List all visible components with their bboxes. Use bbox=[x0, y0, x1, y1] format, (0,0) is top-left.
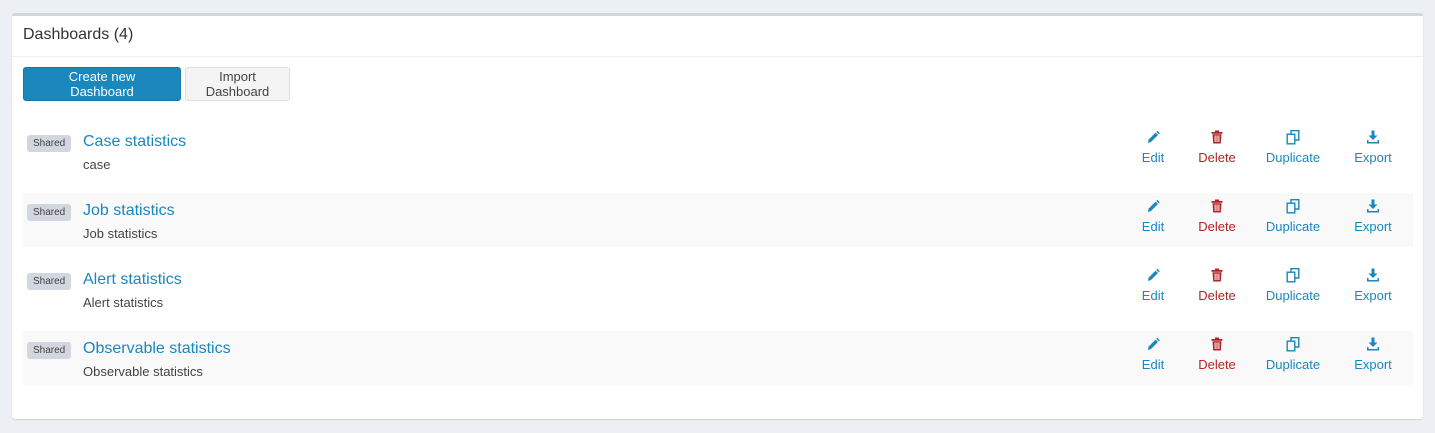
pencil-icon bbox=[1148, 199, 1160, 212]
export-label: Export bbox=[1354, 150, 1392, 165]
dashboard-row: Shared Observable statistics Observable … bbox=[23, 331, 1413, 385]
dashboard-title-link[interactable]: Case statistics bbox=[83, 133, 186, 151]
duplicate-action[interactable]: Duplicate bbox=[1258, 267, 1328, 303]
edit-label: Edit bbox=[1141, 357, 1165, 372]
trash-icon bbox=[1211, 268, 1223, 282]
dashboard-title-link[interactable]: Alert statistics bbox=[83, 271, 182, 289]
pencil-icon bbox=[1148, 268, 1160, 281]
create-dashboard-button[interactable]: Create new Dashboard bbox=[23, 67, 181, 101]
shared-badge: Shared bbox=[27, 204, 72, 221]
trash-icon bbox=[1211, 337, 1223, 351]
delete-label: Delete bbox=[1198, 357, 1236, 372]
pencil-icon bbox=[1148, 130, 1160, 143]
dashboard-description: Job statistics bbox=[83, 226, 158, 241]
download-icon bbox=[1367, 337, 1379, 351]
dashboard-list: Shared Case statistics case Edit Delete … bbox=[23, 124, 1413, 400]
export-label: Export bbox=[1354, 357, 1392, 372]
dashboard-row: Shared Case statistics case Edit Delete … bbox=[23, 124, 1413, 178]
export-action[interactable]: Export bbox=[1349, 129, 1397, 165]
dashboard-description: case bbox=[83, 157, 111, 172]
copy-icon bbox=[1286, 337, 1300, 352]
dashboard-title-link[interactable]: Observable statistics bbox=[83, 340, 231, 358]
export-action[interactable]: Export bbox=[1349, 267, 1397, 303]
dashboard-row: Shared Alert statistics Alert statistics… bbox=[23, 262, 1413, 316]
page-title: Dashboards (4) bbox=[23, 26, 134, 43]
edit-label: Edit bbox=[1141, 219, 1165, 234]
dashboard-description: Observable statistics bbox=[83, 364, 203, 379]
shared-badge: Shared bbox=[27, 273, 72, 290]
edit-action[interactable]: Edit bbox=[1129, 267, 1177, 303]
download-icon bbox=[1367, 199, 1379, 213]
dashboard-title-link[interactable]: Job statistics bbox=[83, 202, 175, 220]
import-dashboard-button[interactable]: Import Dashboard bbox=[185, 67, 290, 101]
copy-icon bbox=[1286, 199, 1300, 214]
download-icon bbox=[1367, 268, 1379, 282]
copy-icon bbox=[1286, 268, 1300, 283]
duplicate-label: Duplicate bbox=[1265, 150, 1321, 165]
delete-action[interactable]: Delete bbox=[1193, 267, 1241, 303]
copy-icon bbox=[1286, 130, 1300, 145]
panel-header: Dashboards (4) bbox=[12, 16, 1423, 57]
delete-action[interactable]: Delete bbox=[1193, 336, 1241, 372]
delete-action[interactable]: Delete bbox=[1193, 198, 1241, 234]
delete-label: Delete bbox=[1198, 219, 1236, 234]
trash-icon bbox=[1211, 130, 1223, 144]
duplicate-action[interactable]: Duplicate bbox=[1258, 198, 1328, 234]
duplicate-action[interactable]: Duplicate bbox=[1258, 336, 1328, 372]
delete-action[interactable]: Delete bbox=[1193, 129, 1241, 165]
shared-badge: Shared bbox=[27, 135, 72, 152]
toolbar: Create new Dashboard Import Dashboard bbox=[23, 67, 290, 101]
duplicate-label: Duplicate bbox=[1265, 219, 1321, 234]
duplicate-label: Duplicate bbox=[1265, 288, 1321, 303]
dashboards-panel: Dashboards (4) Create new Dashboard Impo… bbox=[12, 13, 1423, 419]
edit-label: Edit bbox=[1141, 288, 1165, 303]
edit-action[interactable]: Edit bbox=[1129, 129, 1177, 165]
edit-action[interactable]: Edit bbox=[1129, 336, 1177, 372]
edit-label: Edit bbox=[1141, 150, 1165, 165]
trash-icon bbox=[1211, 199, 1223, 213]
shared-badge: Shared bbox=[27, 342, 72, 359]
duplicate-action[interactable]: Duplicate bbox=[1258, 129, 1328, 165]
download-icon bbox=[1367, 130, 1379, 144]
dashboard-description: Alert statistics bbox=[83, 295, 164, 310]
export-action[interactable]: Export bbox=[1349, 336, 1397, 372]
delete-label: Delete bbox=[1198, 288, 1236, 303]
duplicate-label: Duplicate bbox=[1265, 357, 1321, 372]
delete-label: Delete bbox=[1198, 150, 1236, 165]
dashboard-row: Shared Job statistics Job statistics Edi… bbox=[23, 193, 1413, 247]
edit-action[interactable]: Edit bbox=[1129, 198, 1177, 234]
export-label: Export bbox=[1354, 288, 1392, 303]
export-action[interactable]: Export bbox=[1349, 198, 1397, 234]
export-label: Export bbox=[1354, 219, 1392, 234]
pencil-icon bbox=[1148, 337, 1160, 350]
